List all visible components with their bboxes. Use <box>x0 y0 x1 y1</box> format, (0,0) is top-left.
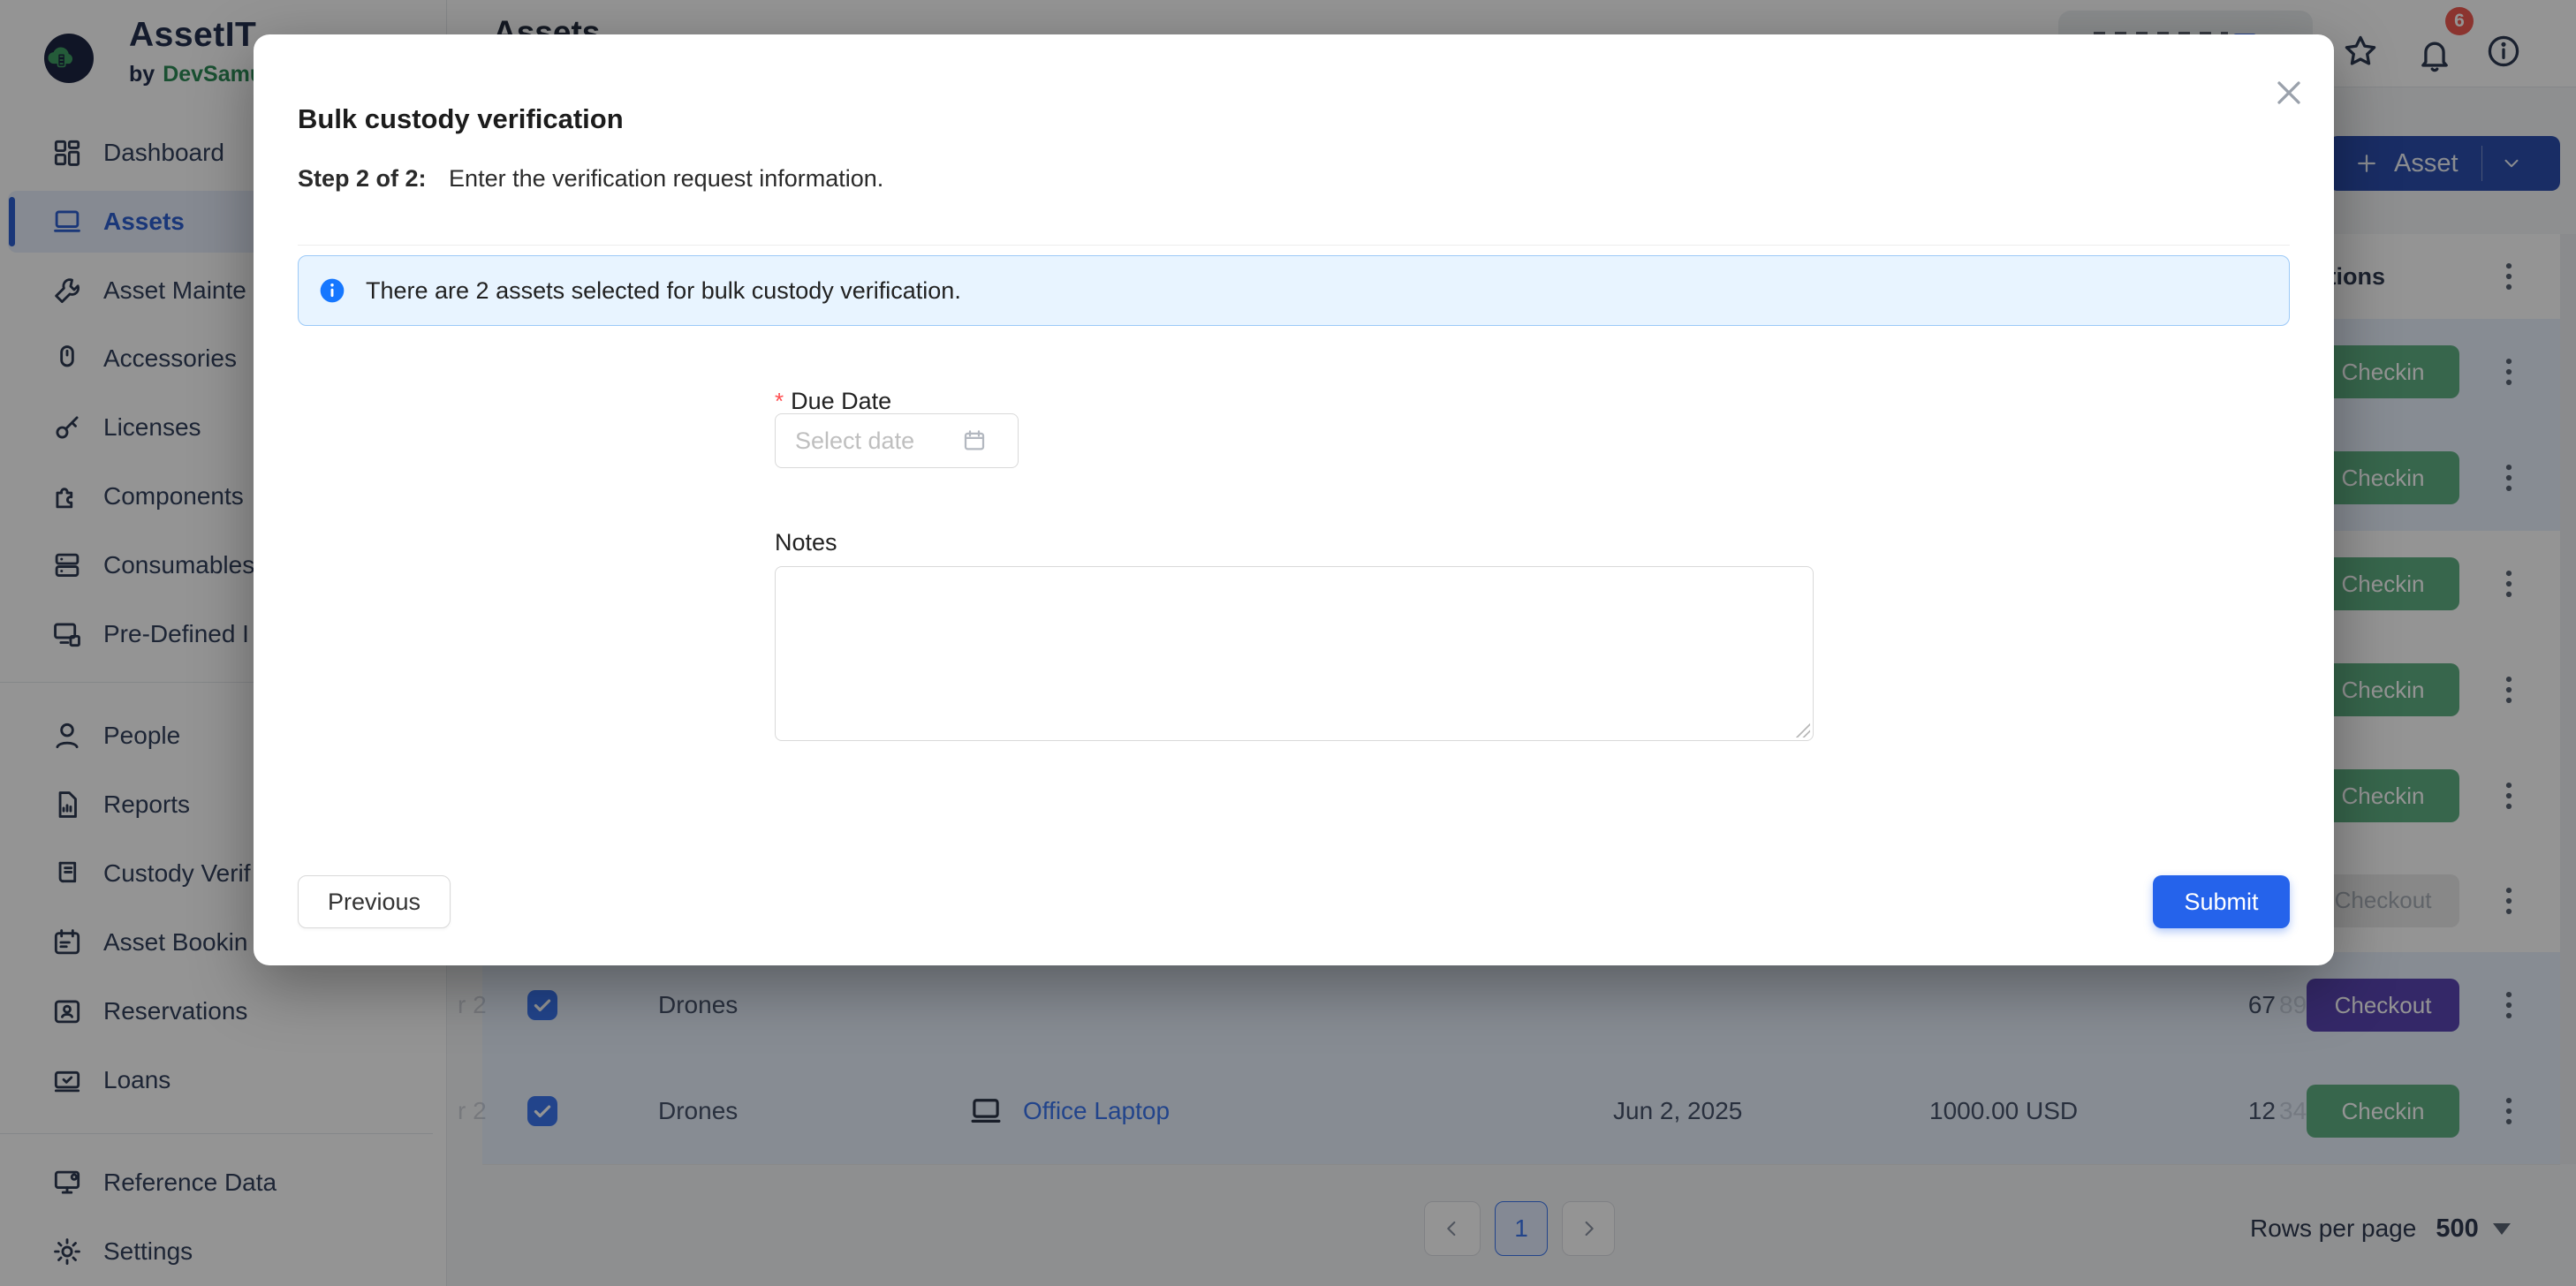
required-asterisk: * <box>775 388 784 414</box>
bulk-custody-verification-modal: Bulk custody verification Step 2 of 2: E… <box>254 34 2334 965</box>
calendar-icon <box>961 427 988 454</box>
notes-label: Notes <box>775 529 837 556</box>
step-description: Enter the verification request informati… <box>449 165 883 192</box>
modal-divider <box>298 245 2290 246</box>
modal-step-text: Step 2 of 2: Enter the verification requ… <box>298 165 883 193</box>
submit-button[interactable]: Submit <box>2153 875 2290 928</box>
previous-button[interactable]: Previous <box>298 875 451 928</box>
due-date-picker[interactable] <box>775 413 1019 468</box>
alert-text: There are 2 assets selected for bulk cus… <box>366 277 961 305</box>
close-icon[interactable] <box>2269 73 2308 112</box>
due-date-label: *Due Date <box>775 388 891 415</box>
notes-textarea[interactable] <box>775 566 1814 741</box>
app-screen: AssetIT byDevSamu Dashboard Assets Asset… <box>0 0 2576 1286</box>
modal-title: Bulk custody verification <box>298 103 624 135</box>
info-filled-icon <box>318 276 346 305</box>
step-label: Step 2 of 2: <box>298 165 427 192</box>
due-date-input[interactable] <box>793 427 956 456</box>
info-alert: There are 2 assets selected for bulk cus… <box>298 255 2290 326</box>
